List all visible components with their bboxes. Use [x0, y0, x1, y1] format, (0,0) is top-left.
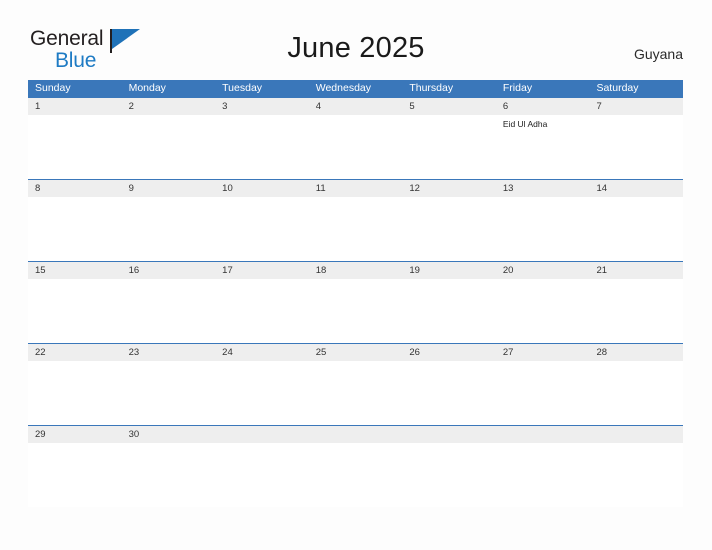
country-label: Guyana: [633, 46, 683, 62]
date-number[interactable]: 22: [28, 344, 122, 361]
day-cell: [496, 443, 590, 507]
day-cell[interactable]: [28, 279, 122, 343]
week-row: 1 2 3 4 5 6 7 Eid Ul Adha: [28, 97, 683, 179]
date-number[interactable]: 7: [589, 98, 683, 115]
day-cell[interactable]: Eid Ul Adha: [496, 115, 590, 179]
day-cell[interactable]: [28, 197, 122, 261]
weekday-header-wednesday: Wednesday: [315, 82, 371, 94]
weekday-header-saturday: Saturday: [596, 82, 639, 94]
day-cell[interactable]: [402, 115, 496, 179]
date-number[interactable]: 25: [309, 344, 403, 361]
day-cell[interactable]: [215, 197, 309, 261]
holiday-event: Eid Ul Adha: [502, 119, 548, 129]
week-row: 22 23 24 25 26 27 28: [28, 343, 683, 425]
date-number[interactable]: 9: [122, 180, 216, 197]
day-cell[interactable]: [309, 115, 403, 179]
week-dates-strip: 1 2 3 4 5 6 7: [28, 98, 683, 115]
day-cell[interactable]: [309, 279, 403, 343]
week-events-strip: Eid Ul Adha: [28, 115, 683, 179]
day-cell: [402, 443, 496, 507]
date-number[interactable]: 11: [309, 180, 403, 197]
day-cell[interactable]: [589, 197, 683, 261]
date-number[interactable]: 8: [28, 180, 122, 197]
day-cell[interactable]: [28, 361, 122, 425]
day-cell[interactable]: [122, 279, 216, 343]
page-header: General Blue June 2025 Guyana: [0, 0, 712, 80]
date-number[interactable]: 16: [122, 262, 216, 279]
day-cell[interactable]: [215, 279, 309, 343]
page-title: June 2025: [287, 32, 425, 64]
day-cell[interactable]: [215, 115, 309, 179]
week-events-strip: [28, 361, 683, 425]
day-cell[interactable]: [589, 115, 683, 179]
week-dates-strip: 8 9 10 11 12 13 14: [28, 180, 683, 197]
week-events-strip: [28, 197, 683, 261]
date-number[interactable]: 14: [589, 180, 683, 197]
date-number[interactable]: 30: [122, 426, 216, 443]
day-cell[interactable]: [402, 197, 496, 261]
week-events-strip: [28, 443, 683, 507]
date-number[interactable]: 17: [215, 262, 309, 279]
day-cell[interactable]: [589, 279, 683, 343]
weekday-header-tuesday: Tuesday: [222, 82, 263, 94]
date-number: [589, 426, 683, 443]
day-cell: [309, 443, 403, 507]
date-number[interactable]: 5: [402, 98, 496, 115]
day-cell[interactable]: [28, 443, 122, 507]
week-row: 29 30: [28, 425, 683, 507]
day-cell[interactable]: [589, 361, 683, 425]
day-cell[interactable]: [122, 361, 216, 425]
date-number[interactable]: 28: [589, 344, 683, 361]
day-cell[interactable]: [496, 197, 590, 261]
weekday-header-row: Sunday Monday Tuesday Wednesday Thursday…: [28, 80, 683, 97]
date-number[interactable]: 23: [122, 344, 216, 361]
day-cell[interactable]: [496, 361, 590, 425]
day-cell[interactable]: [496, 279, 590, 343]
date-number[interactable]: 15: [28, 262, 122, 279]
date-number[interactable]: 20: [496, 262, 590, 279]
date-number[interactable]: 26: [402, 344, 496, 361]
day-cell[interactable]: [215, 361, 309, 425]
week-row: 15 16 17 18 19 20 21: [28, 261, 683, 343]
date-number[interactable]: 1: [28, 98, 122, 115]
day-cell: [215, 443, 309, 507]
date-number[interactable]: 13: [496, 180, 590, 197]
date-number[interactable]: 6: [496, 98, 590, 115]
week-dates-strip: 29 30: [28, 426, 683, 443]
day-cell[interactable]: [122, 115, 216, 179]
day-cell[interactable]: [122, 197, 216, 261]
week-dates-strip: 15 16 17 18 19 20 21: [28, 262, 683, 279]
date-number[interactable]: 24: [215, 344, 309, 361]
date-number: [402, 426, 496, 443]
week-dates-strip: 22 23 24 25 26 27 28: [28, 344, 683, 361]
date-number[interactable]: 10: [215, 180, 309, 197]
date-number[interactable]: 12: [402, 180, 496, 197]
day-cell[interactable]: [402, 361, 496, 425]
weekday-header-friday: Friday: [502, 82, 533, 94]
date-number[interactable]: 27: [496, 344, 590, 361]
day-cell: [589, 443, 683, 507]
day-cell[interactable]: [309, 197, 403, 261]
date-number[interactable]: 19: [402, 262, 496, 279]
day-cell[interactable]: [122, 443, 216, 507]
date-number[interactable]: 3: [215, 98, 309, 115]
date-number[interactable]: 21: [589, 262, 683, 279]
date-number: [215, 426, 309, 443]
week-events-strip: [28, 279, 683, 343]
day-cell[interactable]: [28, 115, 122, 179]
weekday-header-thursday: Thursday: [409, 82, 454, 94]
calendar-page: General Blue June 2025 Guyana Sunday Mon…: [0, 0, 712, 550]
date-number[interactable]: 18: [309, 262, 403, 279]
date-number[interactable]: 2: [122, 98, 216, 115]
date-number: [496, 426, 590, 443]
weekday-header-sunday: Sunday: [35, 82, 71, 94]
weekday-header-monday: Monday: [128, 82, 166, 94]
calendar-grid: Sunday Monday Tuesday Wednesday Thursday…: [28, 80, 683, 507]
date-number[interactable]: 4: [309, 98, 403, 115]
date-number: [309, 426, 403, 443]
week-row: 8 9 10 11 12 13 14: [28, 179, 683, 261]
day-cell[interactable]: [309, 361, 403, 425]
day-cell[interactable]: [402, 279, 496, 343]
date-number[interactable]: 29: [28, 426, 122, 443]
